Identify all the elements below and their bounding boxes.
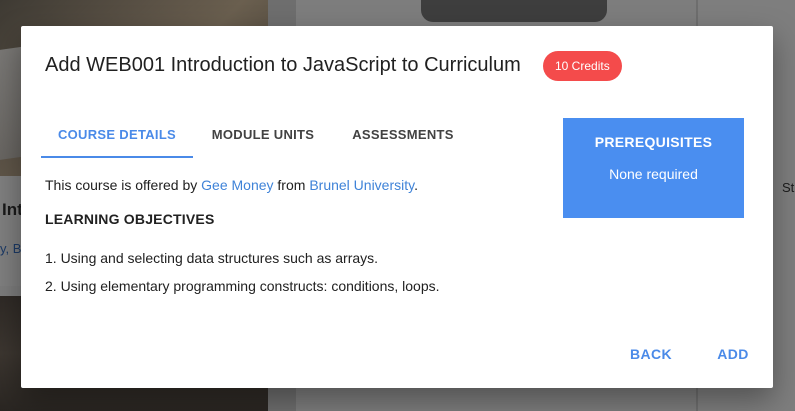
add-course-dialog: Add WEB001 Introduction to JavaScript to… [21, 26, 773, 388]
dialog-tabs: COURSE DETAILS MODULE UNITS ASSESSMENTS [41, 114, 473, 158]
offered-middle: from [273, 177, 310, 193]
objective-item: 2. Using elementary programming construc… [45, 278, 440, 294]
prerequisites-panel: PREREQUISITES None required [563, 118, 744, 218]
background-card-text: St [782, 180, 795, 195]
learning-objectives-list: 1. Using and selecting data structures s… [45, 244, 545, 300]
learning-objectives-heading: LEARNING OBJECTIVES [45, 211, 215, 227]
dialog-actions: BACK ADD [613, 334, 773, 374]
tab-assessments[interactable]: ASSESSMENTS [333, 114, 473, 156]
offered-prefix: This course is offered by [45, 177, 202, 193]
credits-badge: 10 Credits [543, 51, 622, 81]
offered-suffix: . [414, 177, 418, 193]
back-button[interactable]: BACK [613, 334, 689, 374]
background-course-title: Int [2, 200, 23, 219]
offered-by-text: This course is offered by Gee Money from… [45, 174, 545, 196]
course-details-panel: This course is offered by Gee Money from… [45, 174, 545, 300]
tab-course-details[interactable]: COURSE DETAILS [41, 114, 193, 158]
lecturer-link[interactable]: Gee Money [201, 177, 273, 193]
tab-module-units[interactable]: MODULE UNITS [193, 114, 333, 156]
dialog-title: Add WEB001 Introduction to JavaScript to… [45, 54, 521, 76]
app-screen: Int y, B St Add WEB001 Introduction to J… [0, 0, 795, 411]
prerequisites-title: PREREQUISITES [594, 134, 713, 150]
background-monitor-image [421, 0, 607, 22]
university-link[interactable]: Brunel University [309, 177, 414, 193]
add-button[interactable]: ADD [705, 334, 761, 374]
prerequisites-value: None required [609, 166, 698, 182]
objective-item: 1. Using and selecting data structures s… [45, 250, 379, 266]
background-course-links: y, B [0, 241, 22, 256]
